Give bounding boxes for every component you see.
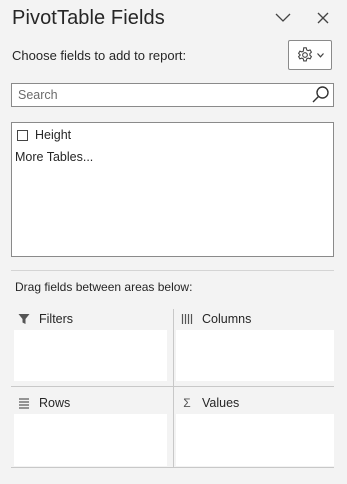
- filters-drop-zone[interactable]: [14, 330, 167, 381]
- close-icon: [317, 12, 329, 24]
- area-divider-bottom: [11, 467, 334, 468]
- area-divider-vertical: [173, 309, 174, 467]
- filters-area-label: Filters: [39, 312, 74, 326]
- columns-area-label: Columns: [202, 312, 252, 326]
- divider: [11, 270, 334, 271]
- more-tables-link[interactable]: More Tables...: [15, 150, 93, 164]
- rows-area-header: Rows: [17, 395, 70, 411]
- search-input[interactable]: [12, 84, 308, 106]
- values-drop-zone[interactable]: [176, 414, 334, 466]
- filters-area-header: Filters: [17, 311, 73, 327]
- chevron-down-icon: [275, 13, 291, 22]
- pane-title: PivotTable Fields: [12, 7, 165, 29]
- search-icon[interactable]: [311, 85, 331, 105]
- columns-icon: [180, 312, 194, 326]
- rows-area-label: Rows: [39, 396, 71, 410]
- area-divider-horizontal: [11, 386, 334, 387]
- search-box[interactable]: [11, 83, 334, 107]
- sigma-icon: Σ: [183, 396, 191, 410]
- rows-drop-zone[interactable]: [14, 414, 167, 466]
- rows-icon: [17, 396, 31, 410]
- field-list: Height More Tables...: [11, 122, 334, 257]
- field-item-height[interactable]: Height: [17, 126, 71, 144]
- chevron-down-icon: [317, 52, 324, 58]
- pane-subtitle: Choose fields to add to report:: [12, 48, 187, 63]
- close-pane-button[interactable]: [310, 5, 336, 31]
- pane-options-button[interactable]: [270, 5, 296, 31]
- field-checkbox[interactable]: [17, 129, 28, 141]
- tools-button[interactable]: [288, 40, 332, 70]
- filter-icon: [17, 312, 31, 326]
- values-area-header: Σ Values: [180, 395, 239, 411]
- field-label: Height: [35, 128, 72, 142]
- columns-drop-zone[interactable]: [176, 330, 334, 381]
- columns-area-header: Columns: [180, 311, 251, 327]
- gear-icon: [297, 47, 313, 62]
- drag-instructions: Drag fields between areas below:: [15, 280, 193, 294]
- values-area-label: Values: [202, 396, 240, 410]
